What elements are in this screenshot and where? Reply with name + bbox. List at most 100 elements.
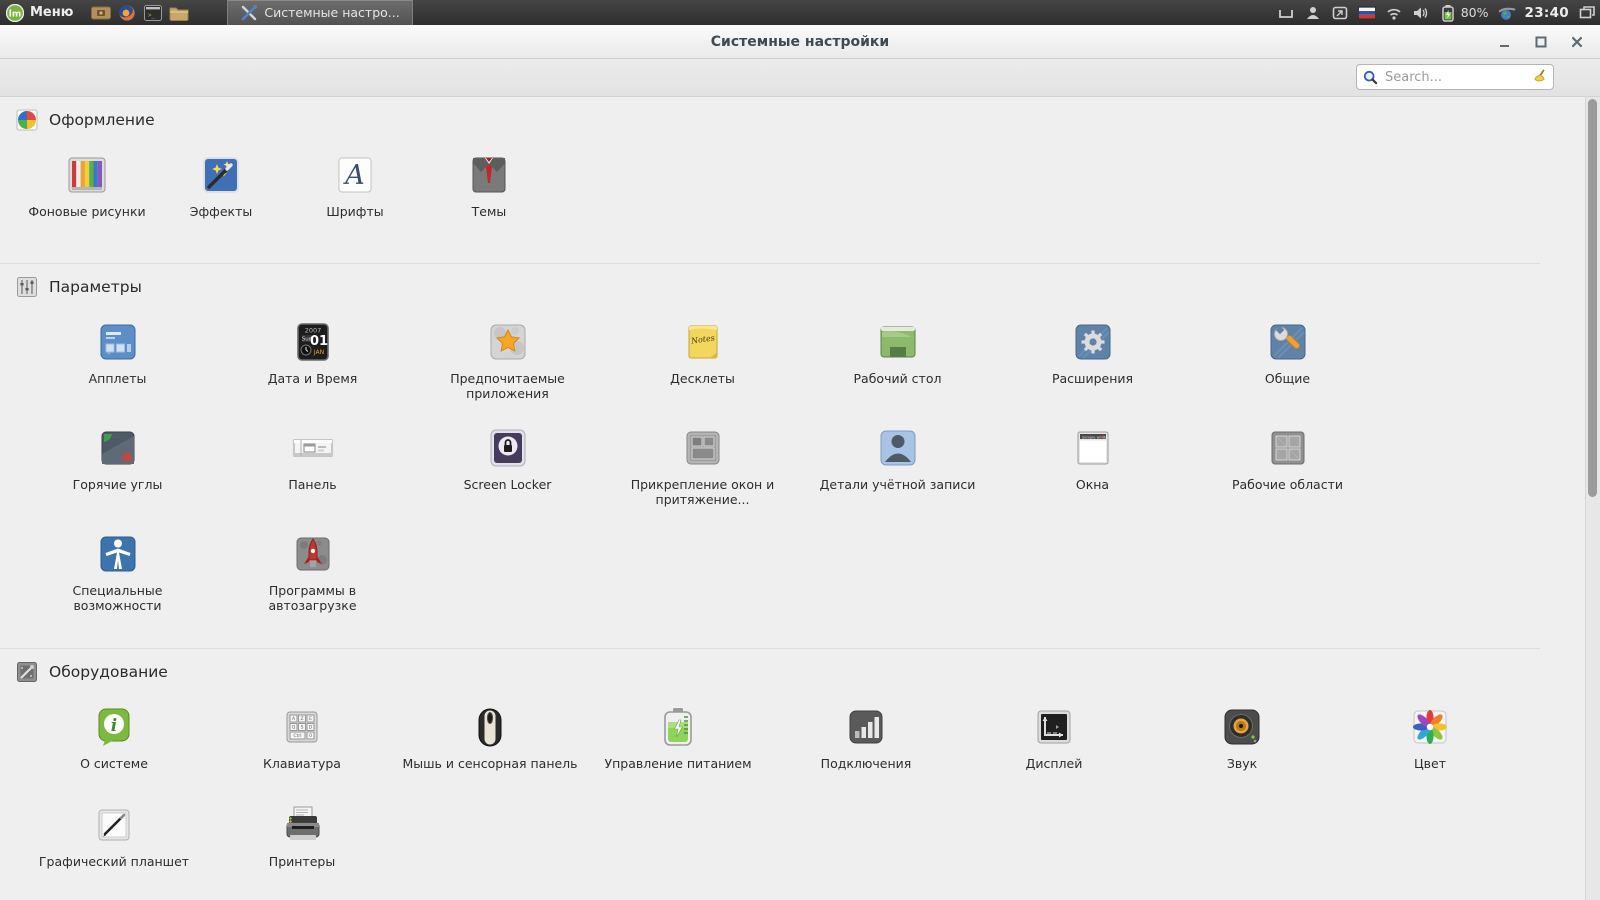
settings-item-backgrounds[interactable]: Фоновые рисунки [20,147,154,247]
settings-item-screen-locker[interactable]: Screen Locker [410,420,605,526]
settings-item-sound[interactable]: Звук [1148,699,1336,797]
settings-item-datetime[interactable]: 2007 Sun 01 JAN Дата и Время [215,314,410,420]
svg-text:D: D [309,725,313,731]
broom-icon[interactable] [1531,69,1547,85]
settings-item-desktop[interactable]: Рабочий стол [800,314,995,420]
window-list-icon[interactable] [1277,4,1295,22]
svg-text:01: 01 [309,334,327,349]
section-title: Оборудование [49,663,168,681]
close-button[interactable] [1566,31,1588,53]
settings-item-label: Предпочитаемые приложения [450,371,565,401]
settings-item-workspaces[interactable]: Рабочие области [1190,420,1385,526]
settings-item-general[interactable]: Общие [1190,314,1385,420]
settings-item-label: Клавиатура [263,756,341,771]
account-details-icon [874,424,922,472]
volume-icon[interactable] [1412,4,1430,22]
task-button-label: Системные настро... [264,5,400,20]
weather-globe-icon[interactable] [1498,4,1516,22]
flag-ru-icon[interactable] [1357,4,1376,22]
settings-item-window-tiling[interactable]: Прикрепление окон и притяжение... [605,420,800,526]
search-box[interactable] [1356,64,1554,90]
minimize-button[interactable] [1494,31,1516,53]
battery-icon[interactable] [1439,4,1457,22]
svg-text:>_: >_ [148,12,156,19]
system-tray: 80% 23:40 [1277,4,1600,22]
workspaces-applet-icon[interactable] [1578,4,1596,22]
settings-item-label: Шрифты [326,204,384,219]
settings-item-label: Дисплей [1025,756,1083,771]
settings-item-accessibility[interactable]: Специальные возможности [20,526,215,632]
panel-launchers: >_ [89,0,191,25]
section-title: Параметры [49,278,142,296]
settings-item-preferred-apps[interactable]: Предпочитаемые приложения [410,314,605,420]
maximize-button[interactable] [1530,31,1552,53]
settings-item-label: Темы [471,204,507,219]
printers-icon [278,801,326,849]
desktop-icon [874,318,922,366]
settings-item-hot-corners[interactable]: Горячие углы [20,420,215,526]
extensions-icon [1069,318,1117,366]
files-icon[interactable] [167,0,191,25]
taskbar-window-button[interactable]: Системные настро... [227,0,413,25]
firefox-icon[interactable] [115,0,139,25]
settings-item-label: Графический планшет [38,854,190,869]
system-info-icon: i [90,703,138,751]
section-hardware: Оборудование i О системе A Z E Q S D Ctrl 0 Клавиат… [0,648,1540,900]
panel-icon [289,424,337,472]
svg-text:lm: lm [9,9,21,19]
settings-item-label: Подключения [820,756,912,771]
section-preferences: Параметры Апплеты 2007 Sun 01 JAN Дата и Время… [0,263,1540,642]
settings-item-power[interactable]: Управление питанием [584,699,772,797]
settings-item-mouse[interactable]: Мышь и сенсорная панель [396,699,584,797]
section-appearance: Оформление Фоновые рисунки Эффекты A Шрифты Т… [0,109,1586,257]
screen-share-icon[interactable] [1331,4,1349,22]
datetime-icon: 2007 Sun 01 JAN [289,318,337,366]
settings-item-network[interactable]: Подключения [772,699,960,797]
section-grid-appearance: Фоновые рисунки Эффекты A Шрифты Темы [20,147,560,247]
keyboard-icon: A Z E Q S D Ctrl 0 [278,703,326,751]
settings-item-applets[interactable]: Апплеты [20,314,215,420]
terminal-icon[interactable]: >_ [141,0,165,25]
menu-button[interactable]: lm Меню [0,0,83,25]
settings-item-system-info[interactable]: i О системе [20,699,208,797]
section-title: Оформление [49,111,155,129]
settings-item-startup-programs[interactable]: Программы в автозагрузке [215,526,410,632]
settings-item-display[interactable]: Дисплей [960,699,1148,797]
search-input[interactable] [1383,68,1526,86]
wifi-icon[interactable] [1385,4,1403,22]
section-appearance-icon [16,109,38,131]
settings-item-desklets[interactable]: Notes Десклеты [605,314,800,420]
settings-item-fonts[interactable]: A Шрифты [288,147,422,247]
svg-text:Ctrl: Ctrl [293,733,301,739]
settings-item-keyboard[interactable]: A Z E Q S D Ctrl 0 Клавиатура [208,699,396,797]
settings-item-label: Программы в автозагрузке [268,583,357,613]
section-grid-preferences: Апплеты 2007 Sun 01 JAN Дата и Время Предпочит… [20,314,1390,632]
settings-item-panel[interactable]: Панель [215,420,410,526]
sound-icon [1218,703,1266,751]
settings-item-effects[interactable]: Эффекты [154,147,288,247]
scrollbar-thumb[interactable] [1588,99,1597,497]
settings-item-label: Рабочие области [1231,477,1343,492]
clock[interactable]: 23:40 [1525,5,1569,21]
screenshot-tool-icon[interactable] [89,0,113,25]
svg-text:0: 0 [309,733,312,739]
settings-item-color[interactable]: Цвет [1336,699,1524,797]
fonts-icon: A [331,151,379,199]
settings-item-windows[interactable]: Sample window Окна [995,420,1190,526]
menu-label: Меню [30,5,74,20]
settings-item-label: Фоновые рисунки [28,204,146,219]
themes-icon [465,151,513,199]
user-applet-icon[interactable] [1304,4,1322,22]
settings-item-account-details[interactable]: Детали учётной записи [800,420,995,526]
settings-item-printers[interactable]: Принтеры [208,797,396,895]
settings-item-label: Десклеты [670,371,735,386]
settings-item-themes[interactable]: Темы [422,147,556,247]
scrollbar-track[interactable] [1585,97,1600,900]
settings-item-extensions[interactable]: Расширения [995,314,1190,420]
tray-left-icons [1277,4,1430,22]
svg-text:Sample window: Sample window [1082,435,1110,439]
startup-programs-icon [289,530,337,578]
settings-item-tablet[interactable]: Графический планшет [20,797,208,895]
preferred-apps-icon [484,318,532,366]
toolbar [0,59,1600,97]
